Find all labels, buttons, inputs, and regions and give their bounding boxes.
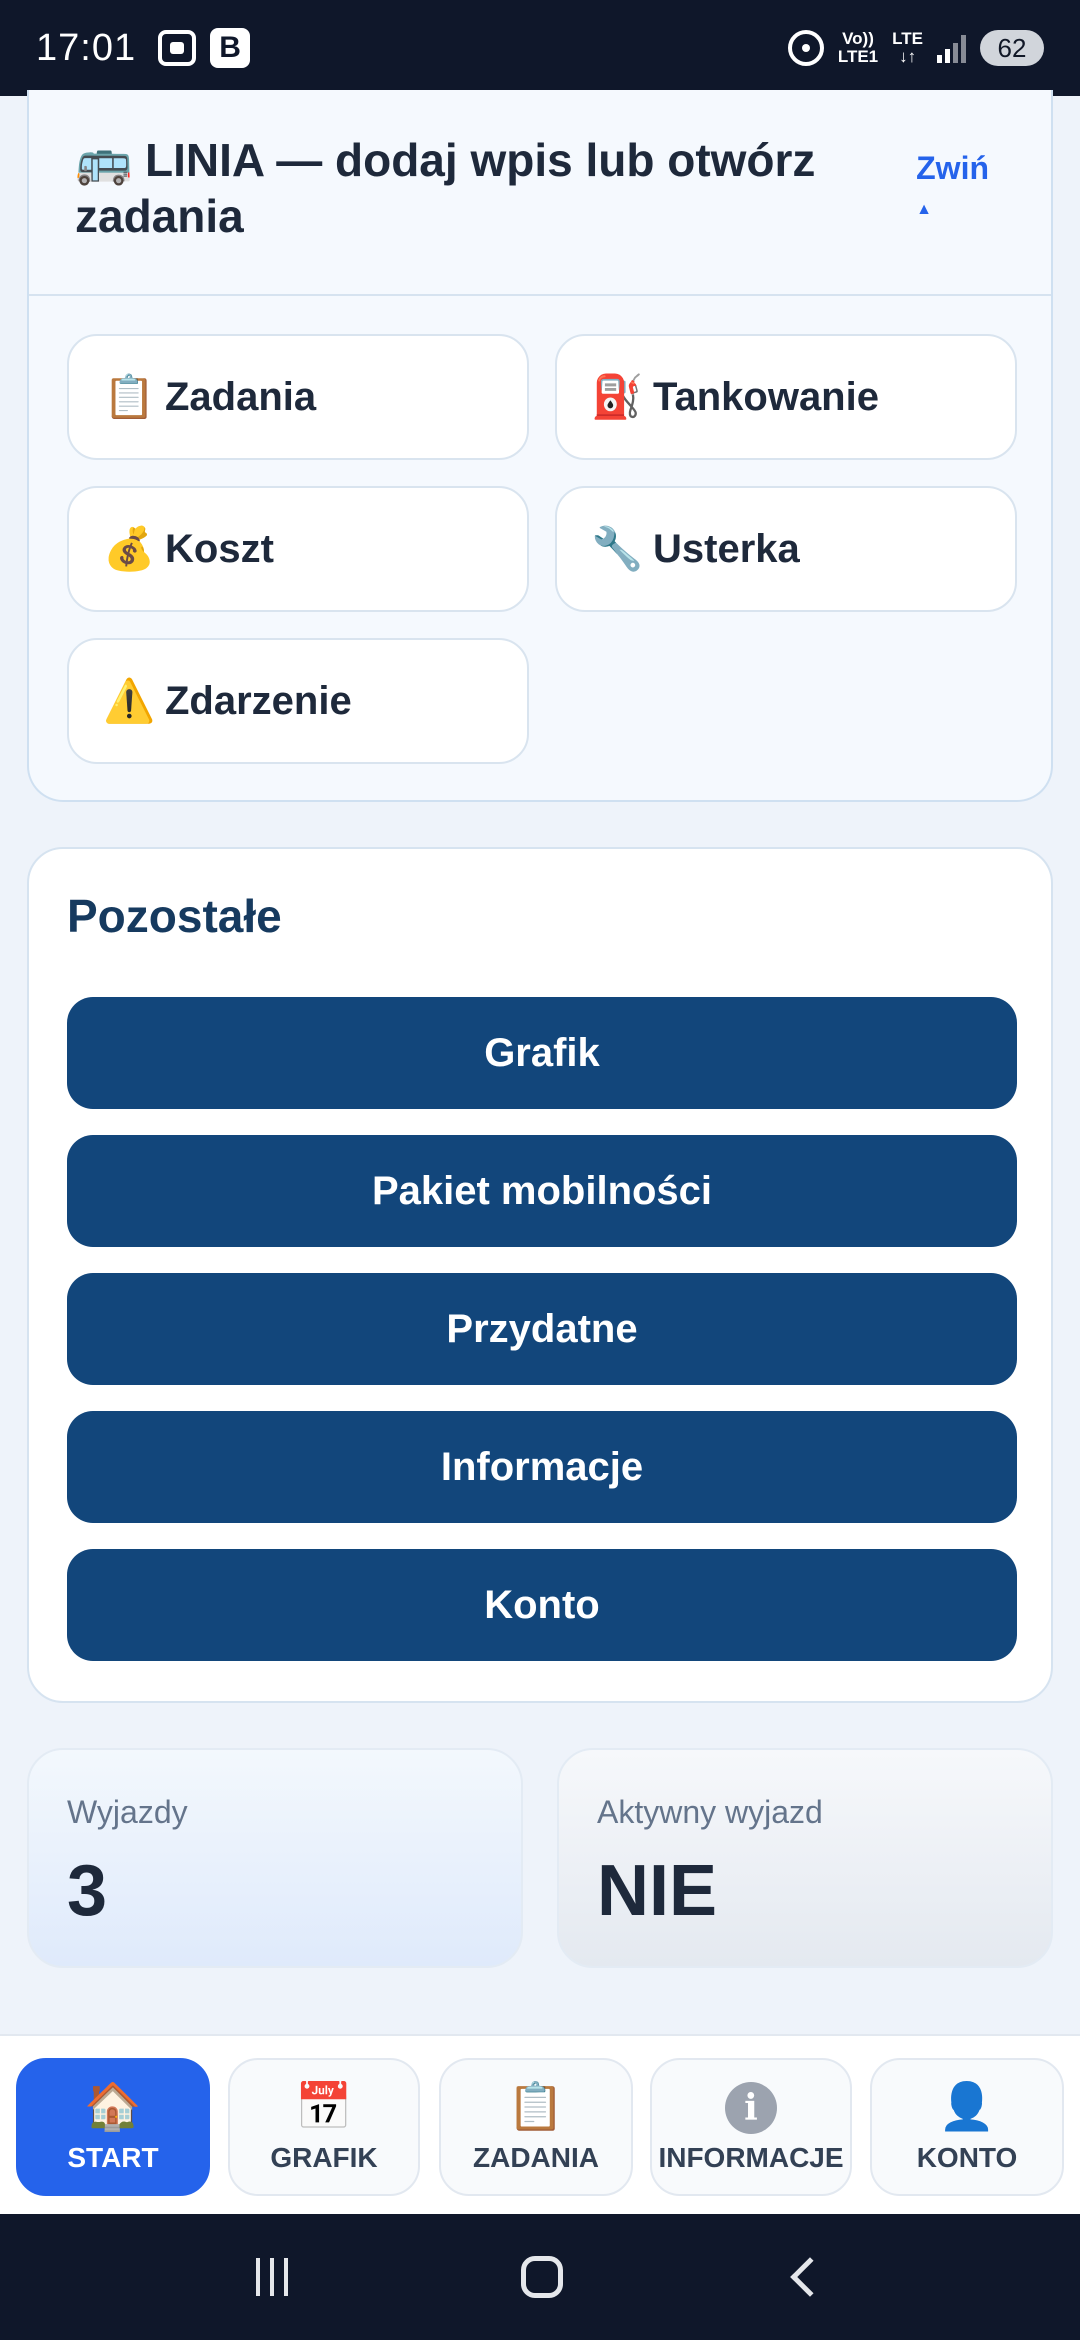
bottom-tab-bar: 🏠 START 📅 GRAFIK 📋 ZADANIA i INFORMACJE … (0, 2034, 1080, 2214)
battery-indicator: 62 (980, 30, 1044, 66)
signal-icon (937, 33, 966, 63)
defect-action-label: Usterka (653, 526, 800, 571)
information-button[interactable]: Informacje (67, 1411, 1017, 1523)
warning-icon: ⚠️ (103, 676, 156, 724)
status-time: 17:01 (36, 26, 137, 69)
screenshot-icon (158, 30, 197, 66)
clipboard-icon: 📋 (103, 372, 156, 420)
cost-action-label: Koszt (165, 526, 274, 571)
calendar-icon: 📅 (295, 2080, 353, 2132)
info-icon: i (725, 2082, 777, 2134)
lte-indicator: LTE ↓↑ (892, 29, 923, 66)
wrench-icon: 🔧 (591, 524, 644, 572)
other-title: Pozostałe (67, 890, 282, 942)
mobility-package-button[interactable]: Pakiet mobilności (67, 1135, 1017, 1247)
recent-apps-icon[interactable] (256, 2258, 289, 2296)
house-icon: 🏠 (84, 2080, 142, 2132)
tab-start-label: START (67, 2142, 159, 2173)
account-button[interactable]: Konto (67, 1549, 1017, 1661)
linia-title: 🚌 LINIA — dodaj wpis lub otwórz zadania (75, 134, 816, 242)
system-nav-bar (0, 2214, 1080, 2340)
clipboard-icon: 📋 (507, 2080, 565, 2132)
fuel-pump-icon: ⛽ (591, 372, 644, 420)
defect-action-button[interactable]: 🔧 Usterka (555, 486, 1017, 612)
collapse-arrow-icon: ▲ (916, 201, 932, 218)
active-trip-label: Aktywny wyjazd (597, 1794, 823, 1830)
active-trip-stat-card: Aktywny wyjazd NIE (557, 1748, 1053, 1968)
b-app-icon: B (210, 28, 251, 68)
app-screen: 17:01 B Vo)) LTE1 LTE ↓↑ 62 🚌 LINIA — dod… (0, 0, 1080, 2340)
money-bag-icon: 💰 (103, 524, 156, 572)
tab-schedule-label: GRAFIK (270, 2142, 378, 2173)
tab-information-label: INFORMACJE (658, 2142, 844, 2173)
hotspot-icon (787, 30, 824, 66)
linia-card: 🚌 LINIA — dodaj wpis lub otwórz zadania … (27, 90, 1053, 802)
user-icon: 👤 (938, 2080, 996, 2132)
useful-button[interactable]: Przydatne (67, 1273, 1017, 1385)
collapse-button[interactable]: Zwiń ▲ (916, 150, 989, 219)
tab-start[interactable]: 🏠 START (16, 2058, 210, 2196)
tab-tasks[interactable]: 📋 ZADANIA (439, 2058, 633, 2196)
incident-action-label: Zdarzenie (165, 678, 352, 723)
trips-value: 3 (67, 1851, 108, 1931)
trips-stat-card: Wyjazdy 3 (27, 1748, 523, 1968)
other-card: Pozostałe Grafik Pakiet mobilności Przyd… (27, 847, 1053, 1703)
status-bar: 17:01 B Vo)) LTE1 LTE ↓↑ 62 (0, 0, 1080, 96)
fueling-action-button[interactable]: ⛽ Tankowanie (555, 334, 1017, 460)
schedule-button[interactable]: Grafik (67, 997, 1017, 1109)
incident-action-button[interactable]: ⚠️ Zdarzenie (67, 638, 529, 764)
trips-label: Wyjazdy (67, 1794, 188, 1830)
cost-action-button[interactable]: 💰 Koszt (67, 486, 529, 612)
tab-account-label: KONTO (916, 2142, 1018, 2173)
volte-indicator: Vo)) LTE1 (837, 29, 879, 66)
active-trip-value: NIE (597, 1851, 718, 1931)
tab-information[interactable]: i INFORMACJE (650, 2058, 852, 2196)
collapse-label: Zwiń (916, 150, 989, 186)
status-left-icons: B (158, 28, 251, 68)
back-icon[interactable] (789, 2257, 830, 2297)
tab-schedule[interactable]: 📅 GRAFIK (228, 2058, 420, 2196)
tab-tasks-label: ZADANIA (473, 2142, 599, 2173)
home-icon[interactable] (520, 2256, 563, 2298)
tasks-action-button[interactable]: 📋 Zadania (67, 334, 529, 460)
tab-account[interactable]: 👤 KONTO (870, 2058, 1064, 2196)
tasks-action-label: Zadania (165, 374, 317, 419)
status-right-icons: Vo)) LTE1 LTE ↓↑ 62 (787, 29, 1044, 66)
linia-header: 🚌 LINIA — dodaj wpis lub otwórz zadania … (29, 90, 1051, 296)
fueling-action-label: Tankowanie (653, 374, 879, 419)
